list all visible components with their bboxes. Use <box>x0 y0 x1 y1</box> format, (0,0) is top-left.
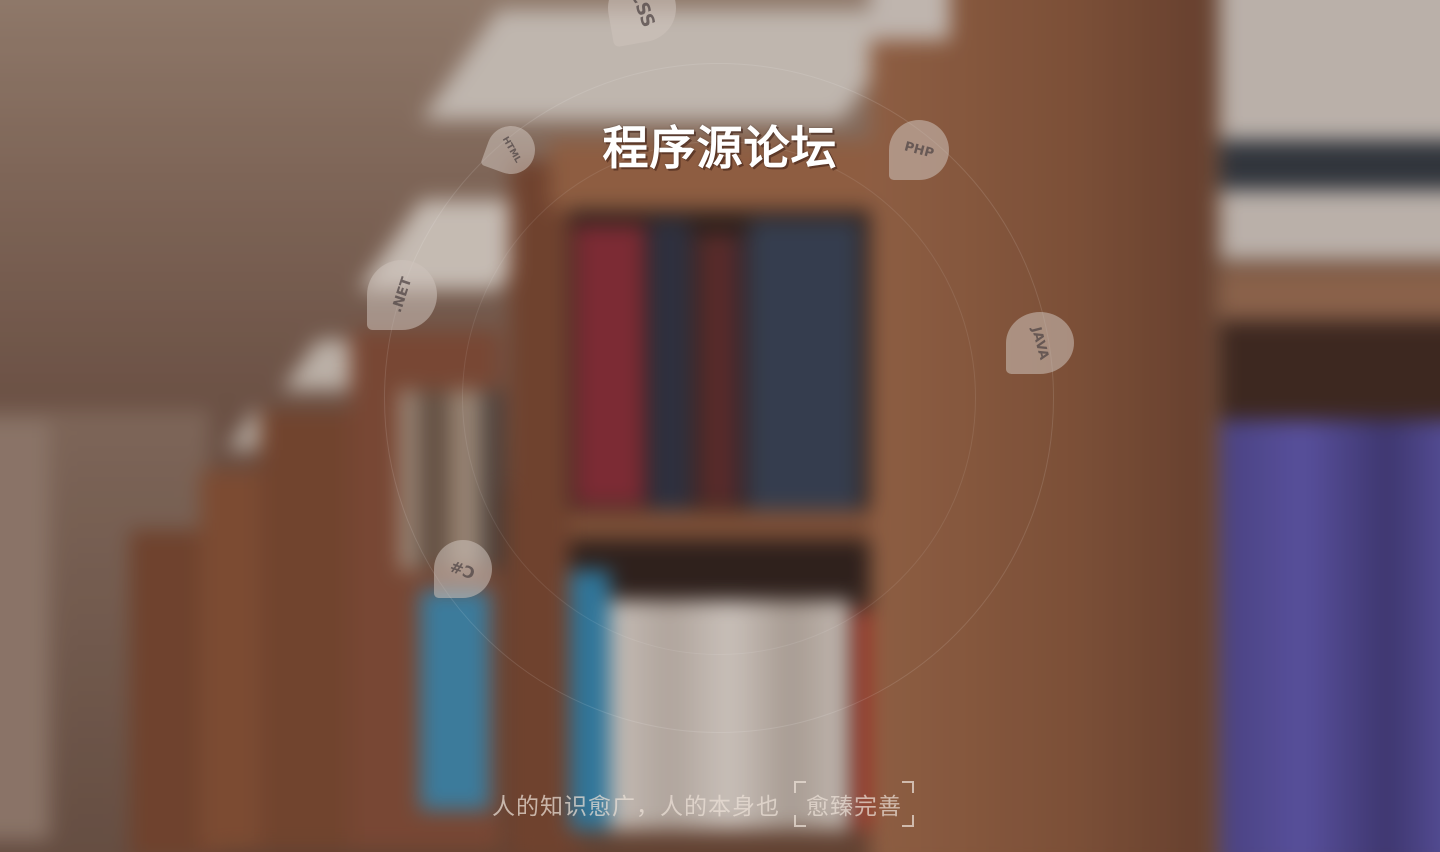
tech-bubble-csharp[interactable]: C# <box>434 540 492 598</box>
orbit-ring-inner <box>462 141 976 655</box>
site-title: 程序源论坛 <box>602 121 838 175</box>
slogan-highlight: 愈臻完善 <box>806 794 902 820</box>
tech-bubble-label: HTML <box>499 135 523 165</box>
tech-bubble-php[interactable]: PHP <box>889 120 949 180</box>
slogan-prefix: 人的知识愈广，人的本身也 <box>492 794 780 820</box>
tech-bubble-label: .NET <box>388 275 416 315</box>
tech-bubble-java[interactable]: JAVA <box>1006 312 1074 374</box>
tech-bubble-label: C# <box>447 555 479 583</box>
slogan-highlight-box: 愈臻完善 <box>794 781 914 827</box>
slogan: 人的知识愈广，人的本身也 愈臻完善 <box>492 781 914 827</box>
tech-bubble-label: PHP <box>902 138 936 162</box>
tech-bubble-label: JAVA <box>1028 324 1052 362</box>
tech-bubble-label: CSS <box>625 0 659 30</box>
tech-bubble-dotnet[interactable]: .NET <box>367 260 437 330</box>
